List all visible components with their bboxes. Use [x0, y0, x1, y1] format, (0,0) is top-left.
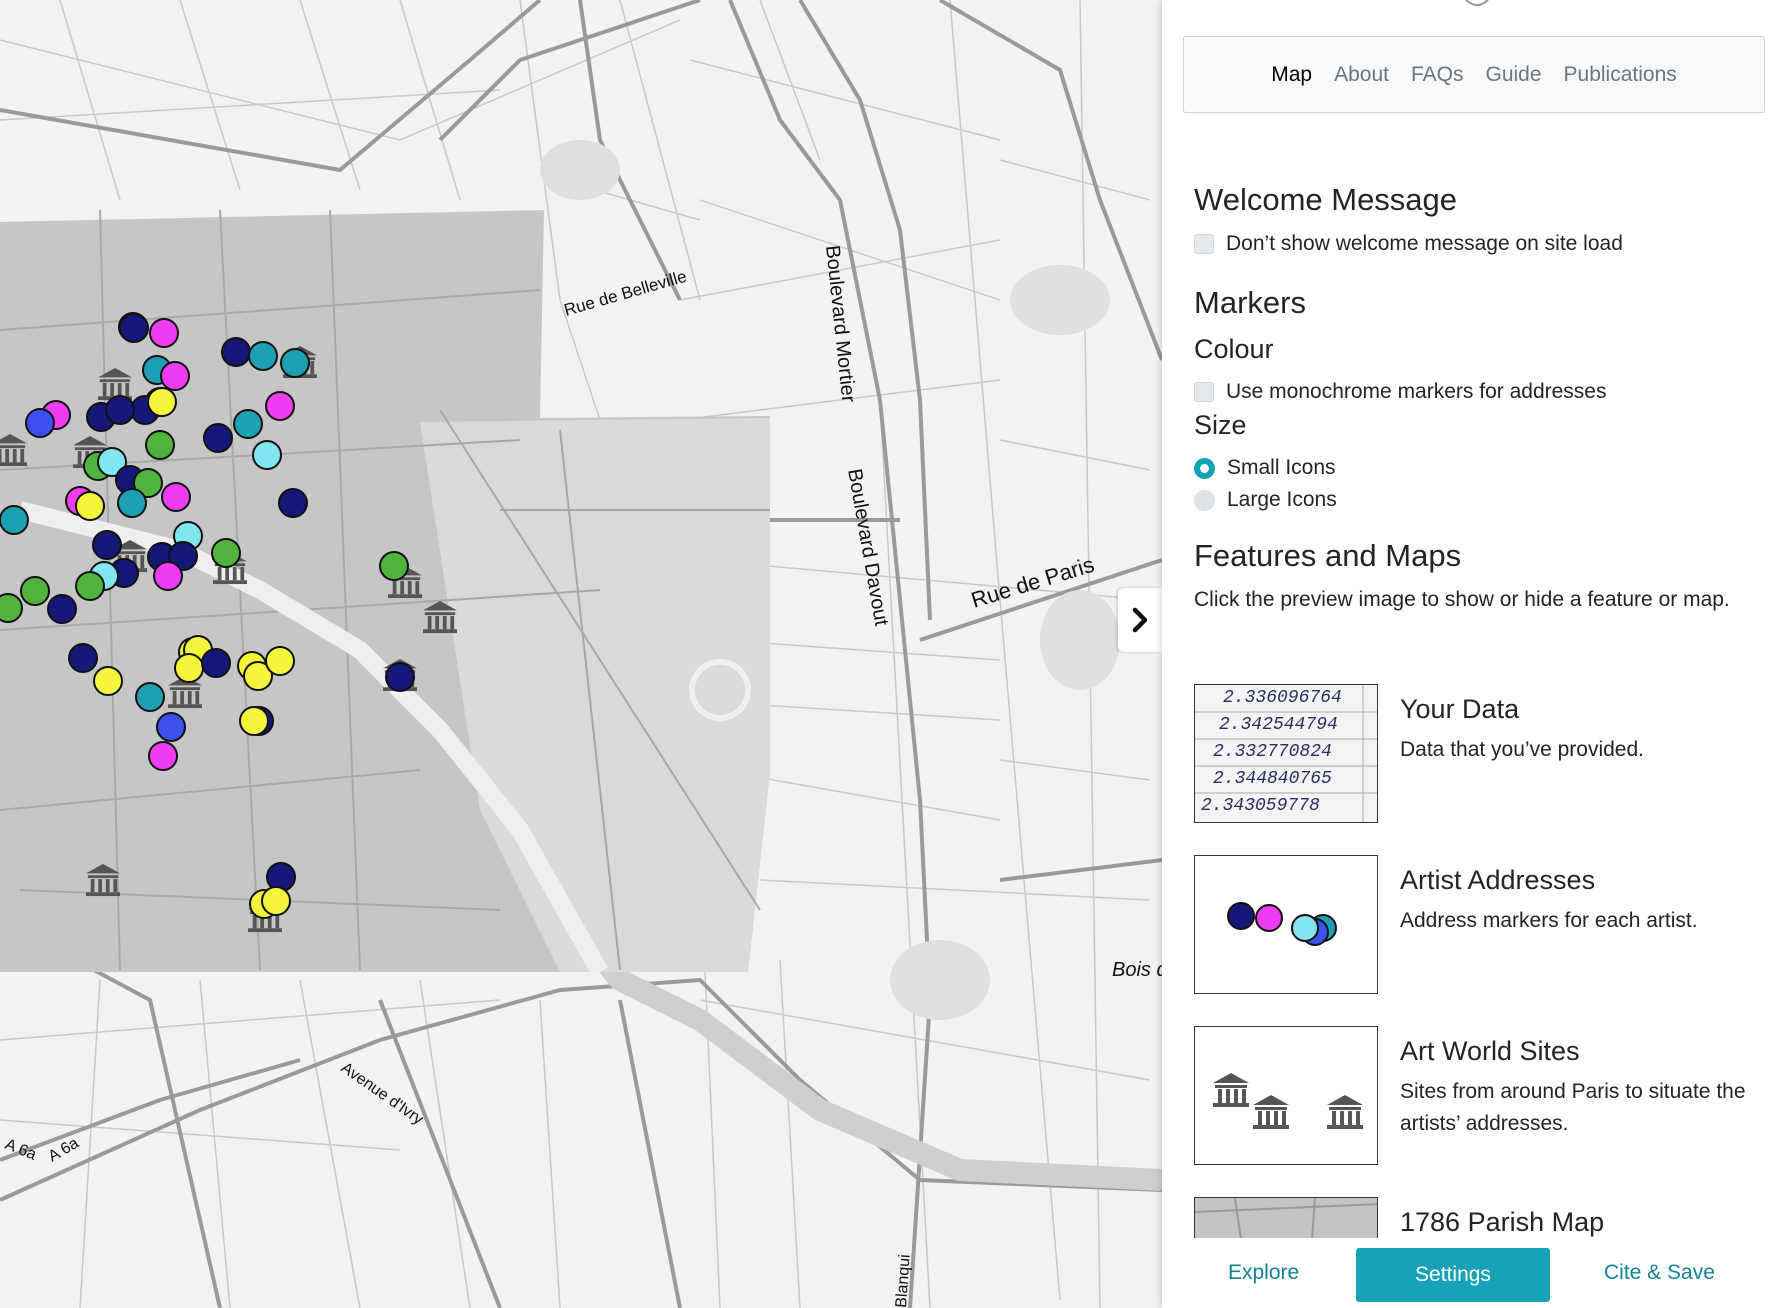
artist-address-marker[interactable]	[0, 593, 23, 623]
feature-art-world-sites: Art World Sites Sites from around Paris …	[1194, 1026, 1754, 1166]
artist-address-marker[interactable]	[135, 682, 165, 712]
size-option-large: Large Icons	[1194, 488, 1337, 512]
art-world-sites-description: Sites from around Paris to situate the a…	[1400, 1080, 1746, 1135]
artist-address-marker[interactable]	[0, 505, 29, 535]
artist-address-marker[interactable]	[156, 712, 186, 742]
artist-address-marker[interactable]	[211, 538, 241, 568]
artist-address-marker[interactable]	[148, 741, 178, 771]
artist-address-marker[interactable]	[233, 409, 263, 439]
artist-address-marker[interactable]	[119, 313, 149, 343]
artist-address-marker[interactable]	[252, 440, 282, 470]
artist-address-marker[interactable]	[153, 561, 183, 591]
nav-publications[interactable]: Publications	[1553, 63, 1688, 87]
nav-map[interactable]: Map	[1260, 63, 1323, 87]
nav-guide[interactable]: Guide	[1474, 63, 1552, 87]
nav-faqs[interactable]: FAQs	[1400, 63, 1475, 87]
feature-artist-addresses: Artist Addresses Address markers for eac…	[1194, 855, 1754, 995]
artist-address-marker[interactable]	[174, 653, 204, 683]
artist-address-marker[interactable]	[92, 530, 122, 560]
settings-panel: Map About FAQs Guide Publications Welcom…	[1162, 0, 1786, 1308]
welcome-checkbox-label: Don’t show welcome message on site load	[1226, 232, 1623, 255]
grid-lines-icon	[1195, 685, 1377, 822]
colour-heading: Colour	[1194, 334, 1274, 364]
panel-toggle-button[interactable]	[1118, 588, 1162, 652]
large-icons-radio[interactable]	[1194, 489, 1215, 511]
marker-cluster-icon	[1227, 902, 1337, 946]
logo-icon	[1465, 0, 1489, 6]
explore-tab[interactable]: Explore	[1228, 1261, 1299, 1285]
artist-address-marker[interactable]	[68, 643, 98, 673]
cite-save-tab[interactable]: Cite & Save	[1604, 1261, 1715, 1285]
artist-address-marker[interactable]	[25, 408, 55, 438]
artist-address-marker[interactable]	[117, 488, 147, 518]
small-icons-label: Small Icons	[1227, 456, 1336, 479]
artist-address-marker[interactable]	[75, 571, 105, 601]
artist-markers-layer	[0, 0, 770, 1308]
welcome-option: Don’t show welcome message on site load	[1194, 232, 1623, 256]
artist-address-marker[interactable]	[265, 646, 295, 676]
monochrome-option: Use monochrome markers for addresses	[1194, 380, 1606, 404]
artist-address-marker[interactable]	[248, 341, 278, 371]
feature-parish-map: 1786 Parish Map	[1194, 1197, 1754, 1238]
markers-heading: Markers	[1194, 285, 1306, 320]
artist-addresses-title: Artist Addresses	[1400, 865, 1596, 895]
artist-address-marker[interactable]	[145, 430, 175, 460]
chevron-right-icon	[1132, 607, 1148, 633]
artist-addresses-thumbnail[interactable]	[1194, 855, 1378, 994]
map-canvas[interactable]: Rue de Belleville Boulevard Mortier Boul…	[0, 0, 1162, 1308]
large-icons-label: Large Icons	[1227, 488, 1337, 511]
features-heading: Features and Maps	[1194, 538, 1462, 573]
artist-address-marker[interactable]	[20, 576, 50, 606]
your-data-thumbnail[interactable]: 2.336096764 2.342544794 2.332770824 2.34…	[1194, 684, 1378, 823]
artist-address-marker[interactable]	[221, 337, 251, 367]
welcome-checkbox[interactable]	[1194, 234, 1214, 254]
your-data-title: Your Data	[1400, 694, 1520, 724]
art-world-sites-title: Art World Sites	[1400, 1036, 1580, 1066]
parish-map-thumbnail[interactable]	[1194, 1197, 1378, 1238]
monochrome-checkbox[interactable]	[1194, 382, 1214, 402]
artist-address-marker[interactable]	[149, 318, 179, 348]
artist-addresses-description: Address markers for each artist.	[1400, 909, 1698, 932]
museum-icons	[1213, 1073, 1363, 1129]
artist-address-marker[interactable]	[75, 491, 105, 521]
settings-tab[interactable]: Settings	[1356, 1248, 1550, 1302]
label-bois: Bois d	[1112, 959, 1162, 981]
bottom-toolbar: Explore Settings Cite & Save	[1162, 1238, 1786, 1308]
artist-address-marker[interactable]	[265, 391, 295, 421]
size-option-small: Small Icons	[1194, 456, 1336, 480]
small-icons-radio[interactable]	[1194, 457, 1215, 479]
parish-map-title: 1786 Parish Map	[1400, 1207, 1605, 1237]
artist-address-marker[interactable]	[261, 886, 291, 916]
artist-address-marker[interactable]	[147, 387, 177, 417]
artist-address-marker[interactable]	[379, 551, 409, 581]
artist-address-marker[interactable]	[93, 666, 123, 696]
artist-address-marker[interactable]	[278, 488, 308, 518]
monochrome-checkbox-label: Use monochrome markers for addresses	[1226, 380, 1607, 403]
artist-address-marker[interactable]	[201, 648, 231, 678]
artist-address-marker[interactable]	[385, 662, 415, 692]
nav-about[interactable]: About	[1323, 63, 1400, 87]
art-world-sites-thumbnail[interactable]	[1194, 1026, 1378, 1165]
artist-address-marker[interactable]	[47, 594, 77, 624]
artist-address-marker[interactable]	[161, 482, 191, 512]
features-intro: Click the preview image to show or hide …	[1194, 588, 1730, 611]
top-navbar: Map About FAQs Guide Publications	[1183, 36, 1765, 113]
artist-address-marker[interactable]	[280, 348, 310, 378]
feature-your-data: 2.336096764 2.342544794 2.332770824 2.34…	[1194, 684, 1754, 824]
your-data-description: Data that you’ve provided.	[1400, 738, 1644, 761]
artist-address-marker[interactable]	[105, 395, 135, 425]
settings-content: Welcome Message Don’t show welcome messa…	[1194, 120, 1754, 1238]
artist-address-marker[interactable]	[239, 706, 269, 736]
parish-map-preview-icon	[1195, 1198, 1377, 1238]
size-heading: Size	[1194, 410, 1247, 440]
welcome-heading: Welcome Message	[1194, 182, 1458, 217]
artist-address-marker[interactable]	[203, 423, 233, 453]
